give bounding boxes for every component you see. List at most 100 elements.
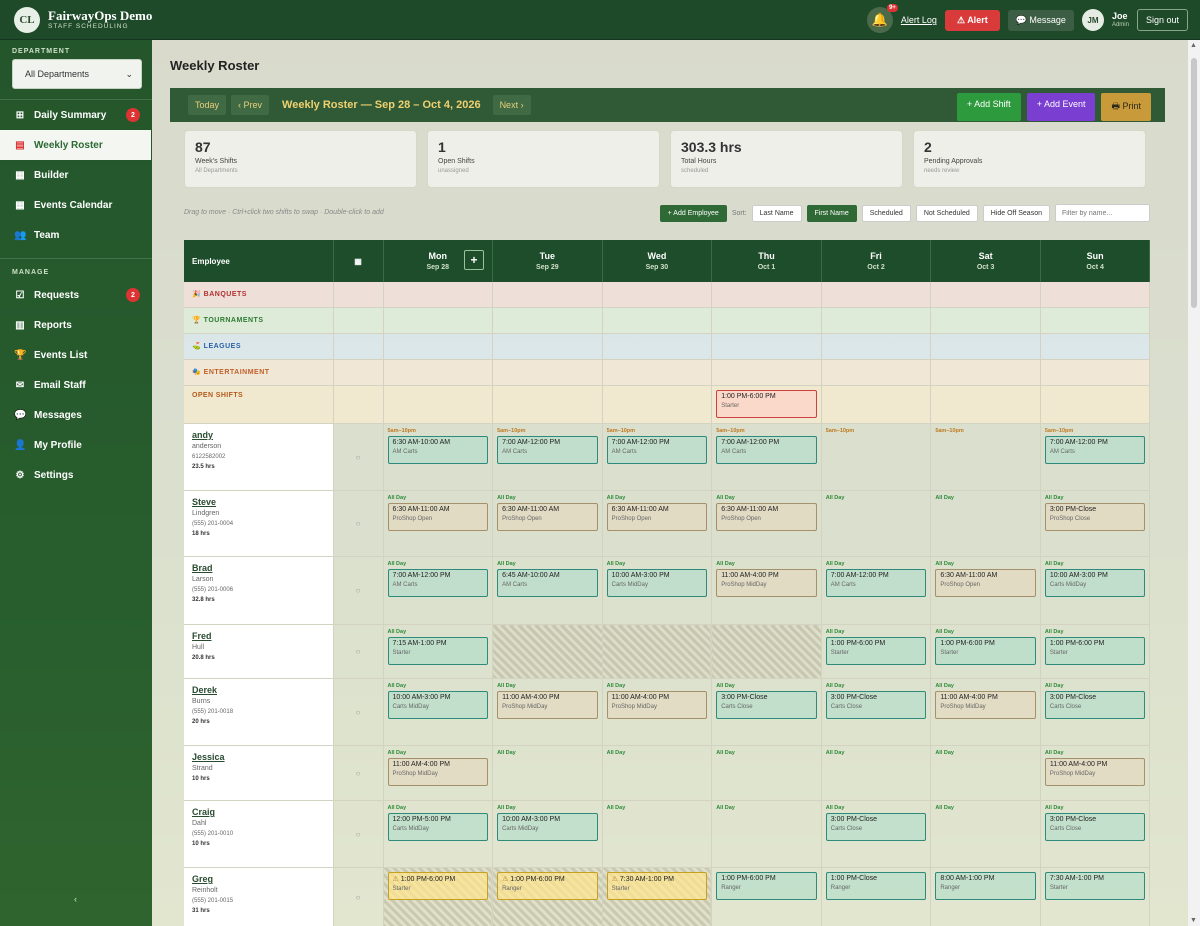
alert-log-link[interactable]: Alert Log — [901, 15, 937, 25]
shift-block[interactable]: 3:00 PM-Close Carts Close — [716, 691, 817, 719]
notification-bell-icon[interactable]: 🔔 9+ — [866, 4, 898, 33]
scroll-up-icon[interactable]: ▲ — [1190, 42, 1197, 49]
day-cell[interactable]: All Day 6:30 AM-11:00 AM ProShop Open — [383, 490, 494, 557]
employee-first-name[interactable]: Steve — [192, 497, 325, 507]
shift-block[interactable]: 11:00 AM-4:00 PM ProShop MidDay — [935, 691, 1036, 719]
sidebar-item-reports[interactable]: ▥ Reports — [0, 310, 152, 340]
add-day-button[interactable]: + — [464, 250, 485, 270]
day-cell[interactable]: All Day — [930, 745, 1041, 801]
day-cell[interactable]: All Day — [821, 490, 932, 557]
day-cell[interactable]: 1:00 PM-6:00 PM Ranger — [711, 867, 822, 926]
day-cell[interactable]: All Day 1:00 PM-6:00 PM Starter — [821, 624, 932, 679]
day-cell[interactable]: All Day 11:00 AM-4:00 PM ProShop MidDay — [602, 678, 713, 746]
shift-block[interactable]: 10:00 AM-3:00 PM Carts MidDay — [387, 691, 489, 719]
day-cell[interactable]: All Day 3:00 PM-Close Carts Close — [1040, 800, 1150, 868]
day-cell[interactable]: All Day 6:45 AM-10:00 AM AM Carts — [492, 556, 603, 625]
scroll-down-icon[interactable]: ▼ — [1190, 917, 1197, 924]
shift-block[interactable]: 6:45 AM-10:00 AM AM Carts — [497, 569, 598, 597]
day-cell[interactable]: All Day 10:00 AM-3:00 PM Carts MidDay — [383, 678, 494, 746]
day-cell[interactable]: All Day 7:00 AM-12:00 PM AM Carts — [383, 556, 494, 625]
sidebar-item-weekly-roster[interactable]: ▤ Weekly Roster — [0, 130, 151, 160]
day-cell[interactable]: All Day 1:00 PM-6:00 PM Starter — [1040, 624, 1150, 679]
shift-block[interactable]: 7:15 AM-1:00 PM Starter — [387, 637, 489, 665]
shift-block[interactable]: 1:00 PM-6:00 PM Starter — [935, 637, 1036, 665]
shift-block[interactable]: 3:00 PM-Close ProShop Close — [1044, 503, 1146, 531]
shift-block[interactable]: 11:00 AM-4:00 PM ProShop MidDay — [606, 691, 708, 719]
shift-block[interactable]: 3:00 PM-Close Carts Close — [1044, 691, 1146, 719]
shift-block[interactable]: 3:00 PM-Close Carts Close — [1044, 813, 1146, 841]
day-cell[interactable]: All Day — [492, 745, 603, 801]
shift-block[interactable]: 11:00 AM-4:00 PM ProShop MidDay — [387, 758, 489, 786]
sign-out-button[interactable]: Sign out — [1136, 9, 1188, 31]
filter-by-name-input[interactable] — [1055, 204, 1150, 222]
shift-block[interactable]: ⚠ 7:30 AM-1:00 PM Starter — [606, 872, 708, 900]
sidebar-item-builder[interactable]: ▦ Builder — [0, 160, 152, 190]
day-cell[interactable]: All Day — [711, 800, 822, 868]
shift-block[interactable]: 7:00 AM-12:00 PM AM Carts — [606, 436, 708, 464]
shift-block[interactable]: 6:30 AM-11:00 AM ProShop Open — [497, 503, 598, 531]
shift-block[interactable]: 8:00 AM-1:00 PM Ranger — [935, 872, 1036, 900]
day-cell[interactable]: All Day 6:30 AM-11:00 AM ProShop Open — [602, 490, 713, 557]
shift-block[interactable]: 7:00 AM-12:00 PM AM Carts — [825, 569, 927, 597]
day-cell[interactable]: 5am–10pm 7:00 AM-12:00 PM AM Carts — [711, 423, 822, 491]
row-toggle-icon[interactable]: ○ — [333, 800, 384, 868]
add-event-button[interactable]: + Add Event — [1026, 93, 1096, 121]
sidebar-item-events-calendar[interactable]: ▦ Events Calendar — [0, 190, 152, 220]
shift-block[interactable]: 11:00 AM-4:00 PM ProShop MidDay — [716, 569, 817, 597]
open-shift-block[interactable]: 1:00 PM-6:00 PM Starter — [716, 390, 817, 418]
sort-first-name-button[interactable]: First Name — [806, 204, 857, 222]
sidebar-item-email-staff[interactable]: ✉ Email Staff — [0, 370, 152, 400]
shift-block[interactable]: 1:00 PM-6:00 PM Ranger — [716, 872, 817, 900]
add-employee-button[interactable]: + Add Employee — [659, 204, 727, 222]
shift-block[interactable]: 7:00 AM-12:00 PM AM Carts — [497, 436, 598, 464]
sidebar-item-requests[interactable]: ☑ Requests 2 — [0, 280, 152, 310]
row-toggle-icon[interactable]: ○ — [333, 678, 384, 746]
shift-block[interactable]: 6:30 AM-10:00 AM AM Carts — [387, 436, 489, 464]
day-cell[interactable]: All Day 11:00 AM-4:00 PM ProShop MidDay — [711, 556, 822, 625]
sidebar-item-messages[interactable]: 💬 Messages — [0, 400, 152, 430]
shift-block[interactable]: 1:00 PM-Close Ranger — [825, 872, 927, 900]
shift-block[interactable]: 10:00 AM-3:00 PM Carts MidDay — [606, 569, 708, 597]
employee-first-name[interactable]: andy — [192, 430, 325, 440]
filter-not-scheduled-button[interactable]: Not Scheduled — [915, 204, 978, 222]
day-cell[interactable]: 7:30 AM-1:00 PM Starter — [1040, 867, 1150, 926]
alert-button[interactable]: ⚠ Alert — [944, 9, 1000, 31]
day-cell[interactable]: All Day 11:00 AM-4:00 PM ProShop MidDay — [383, 745, 494, 801]
day-cell[interactable]: 1:00 PM-Close Ranger — [821, 867, 932, 926]
prev-week-button[interactable]: ‹ Prev — [231, 95, 270, 115]
sidebar-item-events-list[interactable]: 🏆 Events List — [0, 340, 152, 370]
today-button[interactable]: Today — [188, 95, 227, 115]
filter-scheduled-button[interactable]: Scheduled — [861, 204, 911, 222]
day-cell[interactable]: 5am–10pm 7:00 AM-12:00 PM AM Carts — [492, 423, 603, 491]
shift-block[interactable]: 1:00 PM-6:00 PM Starter — [825, 637, 927, 665]
employee-first-name[interactable]: Fred — [192, 631, 325, 641]
shift-block[interactable]: 1:00 PM-6:00 PM Starter — [1044, 637, 1146, 665]
row-toggle-icon[interactable]: ○ — [333, 423, 384, 491]
shift-block[interactable]: 11:00 AM-4:00 PM ProShop MidDay — [497, 691, 598, 719]
shift-block[interactable]: 10:00 AM-3:00 PM Carts MidDay — [497, 813, 598, 841]
row-toggle-icon[interactable]: ○ — [333, 556, 384, 625]
day-cell[interactable]: All Day 3:00 PM-Close ProShop Close — [1040, 490, 1150, 557]
sort-last-name-button[interactable]: Last Name — [751, 204, 802, 222]
row-toggle-icon[interactable]: ○ — [333, 867, 384, 926]
day-cell[interactable]: All Day 6:30 AM-11:00 AM ProShop Open — [492, 490, 603, 557]
page-scrollbar[interactable]: ▲ ▼ — [1188, 40, 1200, 926]
shift-block[interactable]: 6:30 AM-11:00 AM ProShop Open — [387, 503, 489, 531]
day-cell[interactable]: All Day 11:00 AM-4:00 PM ProShop MidDay — [1040, 745, 1150, 801]
day-cell[interactable]: All Day 3:00 PM-Close Carts Close — [821, 800, 932, 868]
day-cell[interactable]: All Day 11:00 AM-4:00 PM ProShop MidDay — [930, 678, 1041, 746]
shift-block[interactable]: 7:00 AM-12:00 PM AM Carts — [1044, 436, 1146, 464]
day-cell[interactable]: All Day 3:00 PM-Close Carts Close — [1040, 678, 1150, 746]
shift-block[interactable]: 3:00 PM-Close Carts Close — [825, 691, 927, 719]
day-cell[interactable]: All Day 11:00 AM-4:00 PM ProShop MidDay — [492, 678, 603, 746]
next-week-button[interactable]: Next › — [492, 95, 531, 115]
shift-block[interactable]: 7:00 AM-12:00 PM AM Carts — [716, 436, 817, 464]
day-cell[interactable]: 5am–10pm 6:30 AM-10:00 AM AM Carts — [383, 423, 494, 491]
day-cell[interactable]: All Day — [711, 745, 822, 801]
employee-first-name[interactable]: Jessica — [192, 752, 325, 762]
day-cell[interactable]: All Day 10:00 AM-3:00 PM Carts MidDay — [1040, 556, 1150, 625]
message-button[interactable]: 💬 Message — [1007, 9, 1074, 31]
shift-block[interactable]: 3:00 PM-Close Carts Close — [825, 813, 927, 841]
employee-first-name[interactable]: Derek — [192, 685, 325, 695]
avatar[interactable]: JM — [1081, 9, 1104, 31]
